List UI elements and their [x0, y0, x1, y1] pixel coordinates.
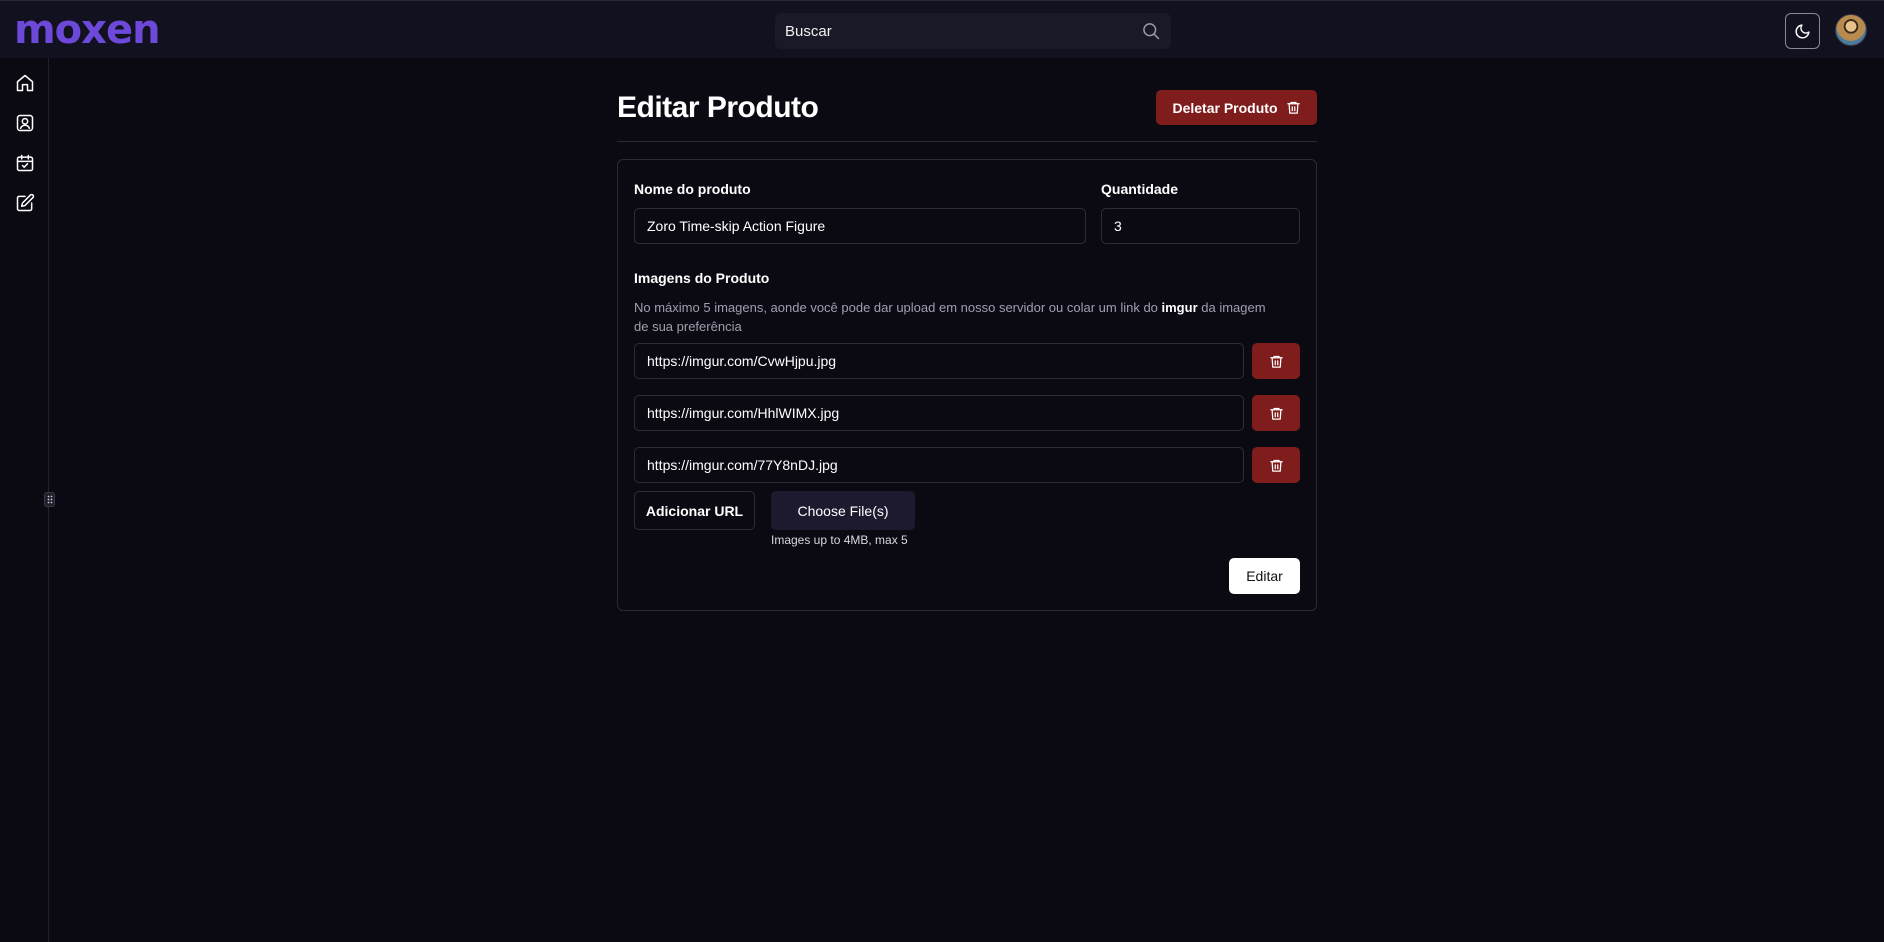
user-card-icon	[16, 114, 34, 132]
grip-icon	[47, 495, 52, 504]
edit-icon	[16, 193, 35, 212]
image-url-input[interactable]	[634, 395, 1244, 431]
search-icon[interactable]	[1141, 21, 1161, 41]
search-box	[775, 13, 1171, 49]
imgur-link: imgur	[1161, 300, 1198, 315]
edit-product-form: Nome do produto Quantidade Imagens do Pr…	[617, 159, 1317, 611]
sidebar	[0, 58, 49, 942]
submit-edit-button[interactable]: Editar	[1229, 558, 1300, 594]
image-url-input[interactable]	[634, 343, 1244, 379]
add-url-button[interactable]: Adicionar URL	[634, 491, 755, 530]
delete-product-button[interactable]: Deletar Produto	[1156, 90, 1317, 125]
top-navbar: moxen	[0, 0, 1884, 58]
trash-icon	[1269, 407, 1283, 420]
sidebar-item-edit[interactable]	[14, 192, 36, 214]
trash-icon	[1269, 459, 1283, 472]
delete-product-label: Deletar Produto	[1172, 99, 1278, 116]
sidebar-item-home[interactable]	[14, 72, 36, 94]
product-name-input[interactable]	[634, 208, 1086, 244]
moon-icon	[1795, 23, 1810, 38]
product-name-label: Nome do produto	[634, 181, 751, 197]
remove-image-button[interactable]	[1252, 447, 1300, 483]
user-avatar[interactable]	[1835, 14, 1867, 46]
app-logo[interactable]: moxen	[14, 7, 161, 53]
sidebar-item-profile[interactable]	[14, 112, 36, 134]
image-url-input[interactable]	[634, 447, 1244, 483]
search-input[interactable]	[785, 13, 1115, 49]
home-icon	[16, 74, 34, 92]
quantity-input[interactable]	[1101, 208, 1300, 244]
remove-image-button[interactable]	[1252, 395, 1300, 431]
trash-icon	[1286, 101, 1300, 114]
sidebar-resize-handle[interactable]	[44, 492, 55, 507]
product-images-label: Imagens do Produto	[634, 270, 770, 286]
remove-image-button[interactable]	[1252, 343, 1300, 379]
quantity-label: Quantidade	[1101, 181, 1179, 197]
choose-files-button[interactable]: Choose File(s)	[771, 491, 915, 530]
trash-icon	[1269, 355, 1283, 368]
calendar-check-icon	[16, 154, 34, 172]
images-help-text: No máximo 5 imagens, aonde você pode dar…	[634, 300, 1266, 334]
sidebar-item-calendar[interactable]	[14, 152, 36, 174]
theme-toggle-button[interactable]	[1785, 13, 1820, 49]
file-upload-hint: Images up to 4MB, max 5	[771, 533, 908, 547]
page-title: Editar Produto	[617, 91, 819, 124]
header-divider	[617, 141, 1317, 142]
